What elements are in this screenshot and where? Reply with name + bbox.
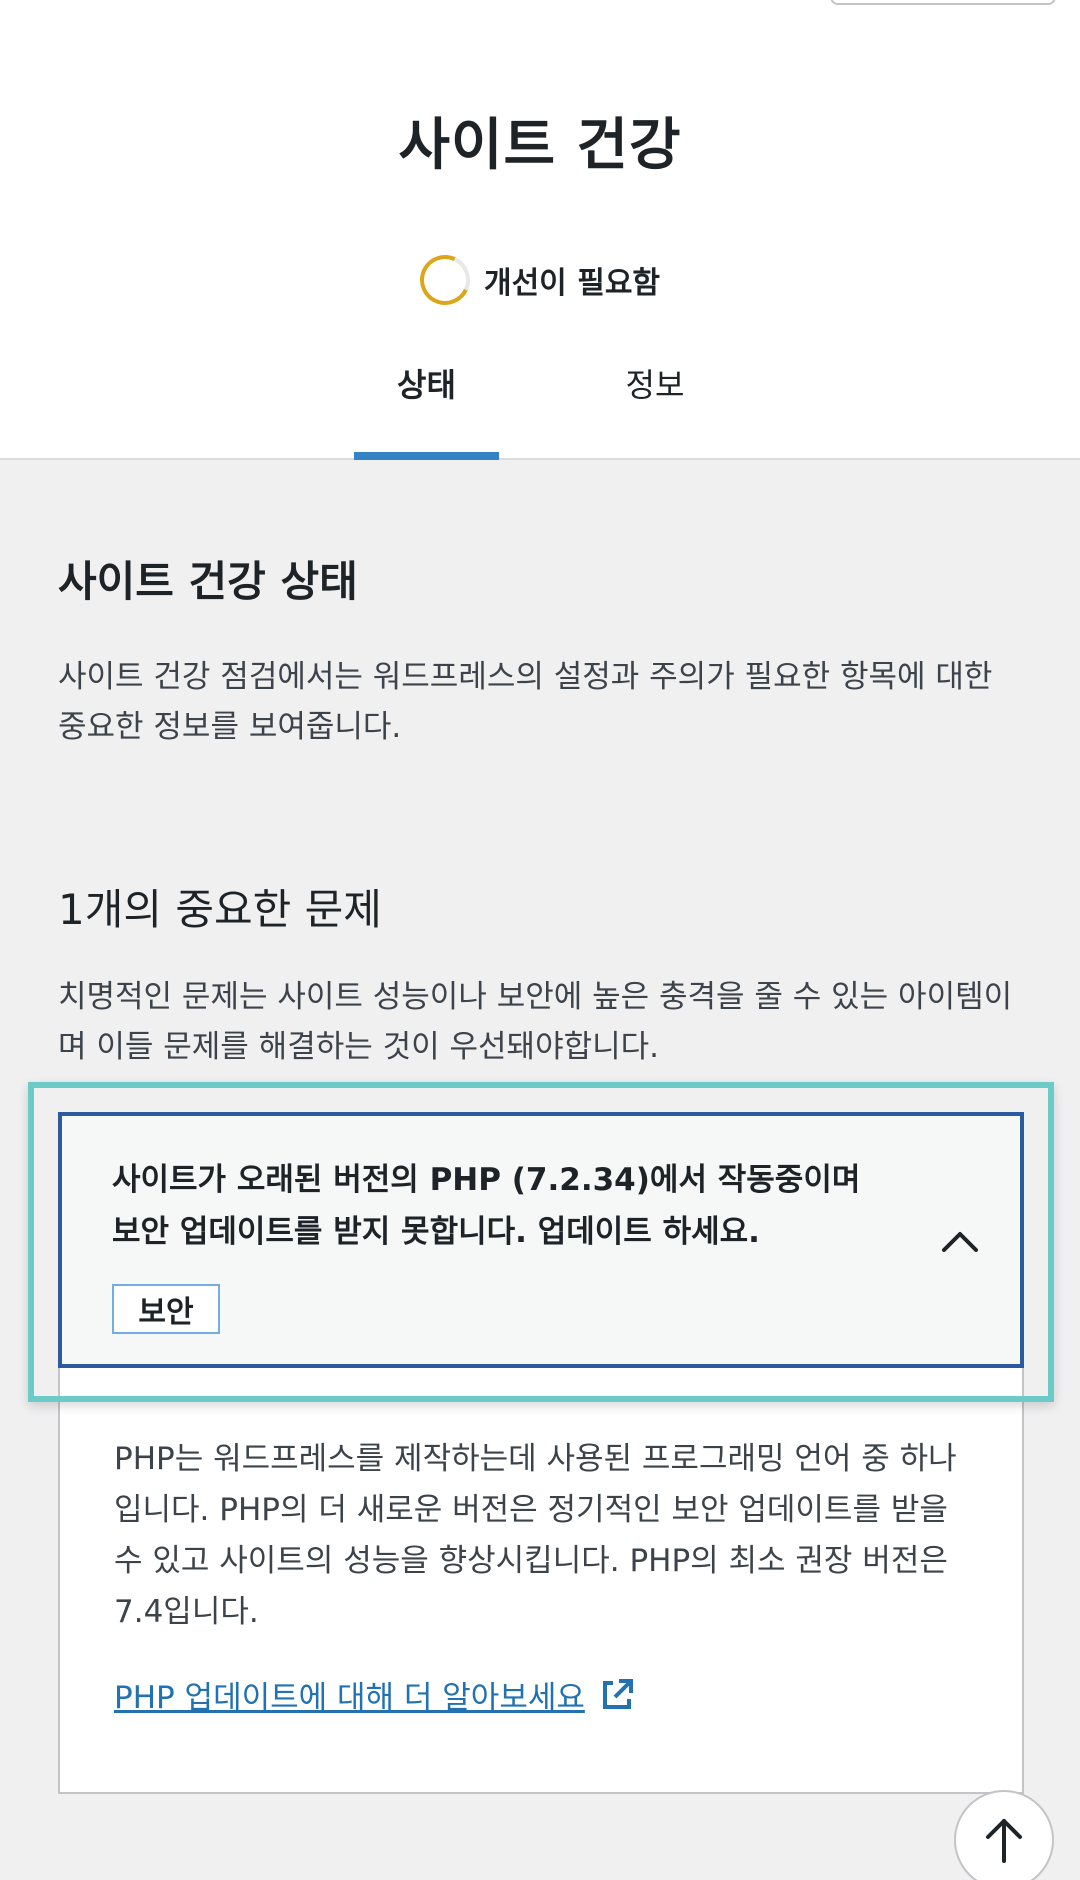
external-link-icon bbox=[602, 1678, 633, 1709]
critical-issues-description: 치명적인 문제는 사이트 성능이나 보안에 높은 충격을 줄 수 있는 아이템이… bbox=[58, 979, 1013, 1065]
learn-more-link[interactable]: PHP 업데이트에 대해 더 알아보세요 bbox=[114, 1672, 635, 1717]
issue-details: PHP는 워드프레스를 제작하는데 사용된 프로그래밍 언어 중 하나입니다. … bbox=[114, 1434, 974, 1717]
site-health-header: 사이트 건강 개선이 필요함 상태 정보 bbox=[0, 0, 1080, 460]
section-title: 사이트 건강 상태 bbox=[58, 557, 358, 606]
highlight-overlay bbox=[28, 1082, 1054, 1402]
arrow-up-icon bbox=[986, 1819, 1022, 1863]
page-title: 사이트 건강 bbox=[398, 113, 682, 178]
tab-status[interactable]: 상태 bbox=[354, 360, 499, 460]
partial-button-top[interactable] bbox=[830, 0, 1056, 5]
health-status: 개선이 필요함 bbox=[0, 247, 1080, 313]
learn-more-label: PHP 업데이트에 대해 더 알아보세요 bbox=[114, 1680, 585, 1716]
progress-ring-icon bbox=[412, 247, 478, 313]
section-description: 사이트 건강 점검에서는 워드프레스의 설정과 주의가 필요한 항목에 대한 중… bbox=[58, 659, 993, 745]
critical-issues-title: 1개의 중요한 문제 bbox=[58, 885, 382, 934]
scroll-to-top-button[interactable] bbox=[954, 1790, 1054, 1880]
tab-info[interactable]: 정보 bbox=[590, 360, 720, 460]
health-status-label: 개선이 필요함 bbox=[483, 266, 661, 301]
tab-nav: 상태 정보 bbox=[0, 360, 1080, 460]
issue-body-text: PHP는 워드프레스를 제작하는데 사용된 프로그래밍 언어 중 하나입니다. … bbox=[114, 1441, 957, 1630]
